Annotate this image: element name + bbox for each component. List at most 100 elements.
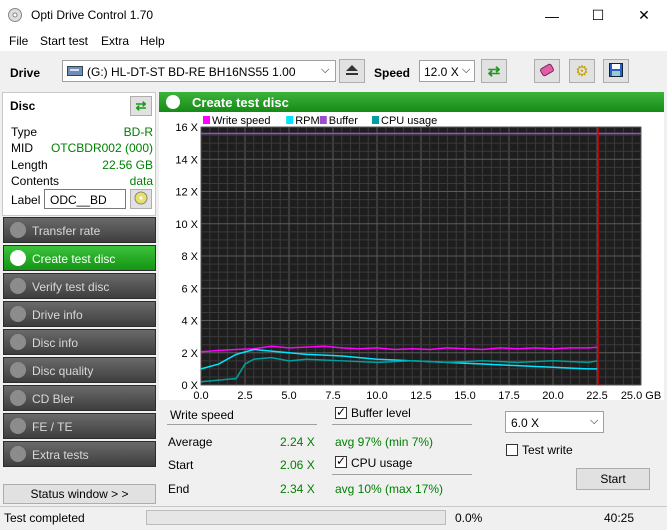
nav-icon — [10, 446, 26, 462]
stat-key: Average — [168, 435, 213, 449]
legend-label: Write speed — [212, 115, 271, 127]
legend-swatch — [372, 116, 379, 124]
buffer-level-checkbox[interactable] — [335, 405, 347, 419]
write-speed-label: Write speed — [170, 408, 234, 422]
main-header: Create test disc — [159, 92, 664, 112]
nav-label: Extra tests — [32, 448, 89, 462]
stat-key: Start — [168, 458, 194, 472]
x-tick-label: 15.0 — [454, 390, 475, 400]
nav-extra-tests[interactable]: Extra tests — [3, 441, 156, 467]
gear-icon: ⚙ — [575, 63, 589, 80]
eject-icon — [345, 64, 359, 79]
start-button[interactable]: Start — [576, 468, 650, 490]
nav-fe-te[interactable]: FE / TE — [3, 413, 156, 439]
x-tick-label: 2.5 — [237, 390, 252, 400]
nav-icon — [10, 222, 26, 238]
disc-label-input[interactable]: ODC__BD — [44, 189, 126, 209]
divider — [332, 424, 472, 425]
nav-icon — [10, 362, 26, 378]
maximize-button[interactable]: ☐ — [575, 0, 621, 31]
nav-label: Drive info — [32, 308, 83, 322]
legend-label: CPU usage — [381, 115, 437, 127]
write-speed-chart: 0 X2 X4 X6 X8 X10 X12 X14 X16 X0.0 2.5 5.0… — [175, 115, 661, 402]
nav-transfer-rate[interactable]: Transfer rate — [3, 217, 156, 243]
close-button[interactable]: ✕ — [621, 0, 667, 31]
y-tick-label: 14 X — [175, 154, 198, 166]
test-speed-select[interactable]: 6.0 X ⌵ — [505, 411, 604, 433]
nav-cd-bler[interactable]: CD Bler — [3, 385, 156, 411]
x-tick-label: 0.0 — [193, 390, 208, 400]
nav-disc-info[interactable]: Disc info — [3, 329, 156, 355]
chart-area: 0 X2 X4 X6 X8 X 10 X 12 X 14 X 16 X 0.0 2.5 5.0… — [159, 112, 664, 402]
disc-label-value: ODC__BD — [50, 193, 107, 207]
nav-disc-quality[interactable]: Disc quality — [3, 357, 156, 383]
nav-icon — [10, 306, 26, 322]
erase-button[interactable] — [534, 59, 560, 83]
stat-value: 2.24 X — [280, 435, 315, 449]
nav-icon — [10, 278, 26, 294]
nav-drive-info[interactable]: Drive info — [3, 301, 156, 327]
disc-row-mid: MID OTCBDR002 (000) — [11, 141, 153, 155]
buffer-level-label: Buffer level — [351, 406, 411, 420]
title-bar: Opti Drive Control 1.70 — ☐ ✕ — [0, 0, 667, 31]
x-tick-label: 17.5 — [498, 390, 519, 400]
minimize-button[interactable]: — — [529, 0, 575, 31]
menu-file[interactable]: File — [9, 34, 28, 48]
nav-create-test-disc[interactable]: Create test disc — [3, 245, 156, 271]
nav-label: FE / TE — [32, 420, 73, 434]
stat-key: End — [168, 482, 190, 496]
y-tick-label: 16 X — [175, 122, 198, 134]
chevron-down-icon: ⌵ — [590, 415, 599, 427]
nav-label: Disc info — [32, 336, 79, 350]
cpu-usage-checkbox[interactable] — [335, 454, 347, 468]
legend-swatch — [286, 116, 294, 124]
test-write-label: Test write — [522, 443, 573, 457]
disc-value: data — [129, 174, 153, 188]
x-tick-label: 10.0 — [366, 390, 387, 400]
divider — [167, 424, 317, 425]
test-write-checkbox[interactable] — [506, 444, 518, 456]
disc-value: OTCBDR002 (000) — [50, 141, 153, 155]
legend-swatch — [319, 116, 327, 124]
burn-icon — [166, 95, 180, 109]
disc-refresh-button[interactable]: ⇄ — [130, 96, 152, 116]
speed-select-value: 12.0 X — [424, 65, 459, 79]
nav-icon — [10, 250, 26, 266]
settings-button[interactable]: ⚙ — [569, 59, 595, 83]
elapsed-time: 40:25 — [604, 511, 635, 525]
eraser-icon — [539, 63, 555, 80]
disc-header: Disc — [10, 99, 36, 113]
status-text: Test completed — [4, 511, 85, 525]
status-window-button[interactable]: Status window > > — [3, 484, 156, 504]
drive-select[interactable]: (G:) HL-DT-ST BD-RE BH16NS55 1.00 ⌵ — [62, 60, 336, 82]
eject-button[interactable] — [339, 59, 365, 83]
y-tick-label: 6 X — [181, 283, 198, 295]
disc-value: BD-R — [123, 125, 153, 139]
nav-verify-test-disc[interactable]: Verify test disc — [3, 273, 156, 299]
legend-swatch — [203, 116, 210, 124]
refresh-icon: ⇄ — [135, 98, 147, 113]
cpu-avg: avg 10% (max 17%) — [335, 482, 444, 496]
disc-key: Type — [11, 125, 38, 139]
nav-icon — [10, 418, 26, 434]
menu-start-test[interactable]: Start test — [40, 34, 88, 48]
y-tick-label: 10 X — [175, 219, 198, 231]
y-tick-label: 12 X — [175, 187, 198, 199]
window-title: Opti Drive Control 1.70 — [31, 8, 154, 22]
x-tick-label: 22.5 — [586, 390, 607, 400]
disc-label-button[interactable] — [130, 189, 152, 209]
x-tick-label: 25.0 GB — [621, 390, 661, 400]
progress-bar — [146, 510, 446, 525]
disc-row-length: Length 22.56 GB — [11, 158, 153, 172]
stat-value: 2.34 X — [280, 482, 315, 496]
menu-help[interactable]: Help — [140, 34, 165, 48]
test-speed-value: 6.0 X — [511, 416, 540, 430]
x-tick-label: 12.5 — [410, 390, 431, 400]
refresh-button[interactable]: ⇄ — [481, 59, 507, 83]
menu-extra[interactable]: Extra — [101, 34, 129, 48]
stats-panel: Write speed Average 2.24 X Start 2.06 X … — [159, 400, 664, 504]
save-button[interactable] — [603, 59, 629, 83]
legend-label: Buffer — [329, 115, 358, 127]
disc-row-type: Type BD-R — [11, 125, 153, 139]
speed-select[interactable]: 12.0 X ⌵ — [419, 60, 475, 82]
